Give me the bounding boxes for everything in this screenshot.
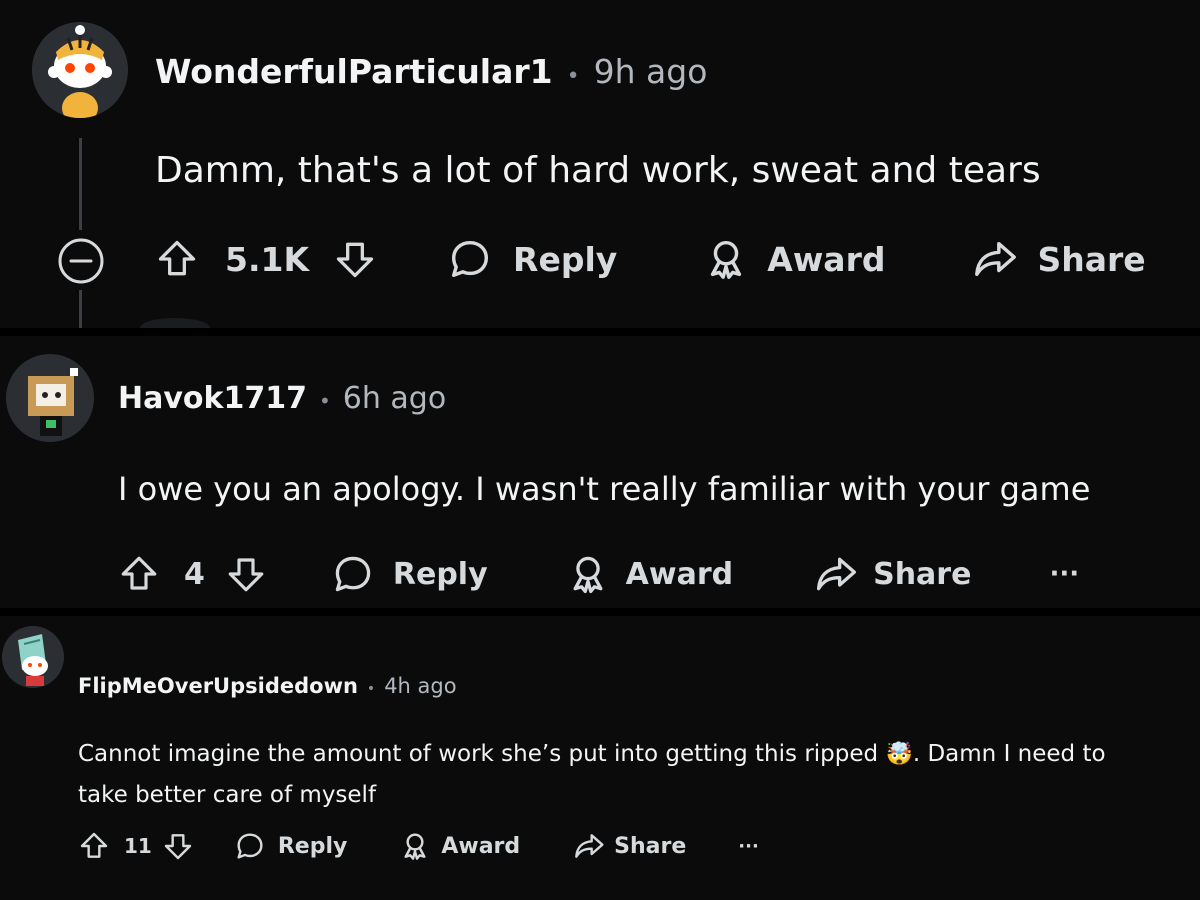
reply-label: Reply (277, 833, 348, 859)
comment-body: Damm, that's a lot of hard work, sweat a… (155, 150, 1041, 191)
comment-2-meta: Havok1717 • 6h ago (118, 381, 446, 416)
vote-count: 5.1K (225, 239, 310, 279)
award-button[interactable]: Award (703, 236, 885, 282)
comment-1-meta: WonderfulParticular1 • 9h ago (155, 52, 707, 91)
upvote-button[interactable] (155, 237, 199, 281)
comment-body-line: take better care of myself (78, 782, 377, 808)
reply-icon (335, 556, 371, 592)
reply-button[interactable]: Reply (447, 236, 617, 282)
award-label: Award (625, 556, 734, 592)
share-label: Share (873, 556, 972, 592)
award-label: Award (441, 833, 521, 859)
comment-text: Cannot imagine the amount of work she’s … (78, 741, 879, 767)
separator-dot: • (566, 64, 580, 89)
downvote-button[interactable] (162, 830, 194, 862)
upvote-icon (158, 240, 196, 276)
upvote-button[interactable] (118, 553, 160, 595)
username[interactable]: WonderfulParticular1 (155, 52, 553, 91)
vote-count: 11 (124, 834, 152, 858)
share-label: Share (614, 833, 687, 859)
reply-label: Reply (513, 239, 618, 279)
avatar-tiger[interactable] (32, 22, 128, 118)
avatar-box[interactable] (6, 354, 94, 442)
tiger-avatar-icon (32, 22, 128, 118)
comment-3-actions: 11 Reply Award Share ··· (78, 830, 759, 862)
comment-3: FlipMeOverUpsidedown • 4h ago Cannot ima… (0, 616, 1200, 900)
share-icon (975, 241, 1017, 277)
comment-3-meta: FlipMeOverUpsidedown • 4h ago (78, 674, 457, 698)
comment-2: Havok1717 • 6h ago I owe you an apology.… (0, 336, 1200, 608)
vote-count: 4 (184, 556, 205, 592)
award-icon (404, 833, 426, 860)
reply-button[interactable]: Reply (234, 830, 348, 862)
collapse-button[interactable] (56, 236, 106, 290)
more-options-button[interactable]: ··· (738, 836, 759, 857)
book-avatar-icon (2, 626, 64, 688)
comment-2-actions: 4 Reply Award Share ··· (118, 552, 1079, 596)
share-label: Share (1037, 239, 1146, 279)
more-icon: ··· (738, 835, 759, 857)
comment-1-actions: 5.1K Reply Award Share ··· (155, 236, 1200, 282)
reply-label: Reply (392, 556, 488, 592)
award-icon (573, 556, 603, 594)
reply-icon (452, 240, 489, 278)
avatar-snoo-book[interactable] (2, 626, 64, 688)
comment-body: I owe you an apology. I wasn't really fa… (118, 470, 1091, 508)
downvote-button[interactable] (333, 237, 377, 281)
box-head-avatar-icon (6, 354, 94, 442)
share-button[interactable]: Share (813, 552, 971, 596)
more-options-button[interactable]: ··· (1049, 559, 1079, 589)
more-icon: ··· (1049, 559, 1080, 589)
avatar-sliver (140, 318, 210, 328)
reply-icon (237, 833, 263, 859)
comment-body: Cannot imagine the amount of work she’s … (78, 734, 1106, 815)
separator-dot: • (366, 681, 376, 697)
timestamp[interactable]: 6h ago (343, 381, 446, 416)
comment-body-line: Cannot imagine the amount of work she’s … (78, 734, 1106, 775)
upvote-icon (121, 556, 157, 590)
share-button[interactable]: Share (572, 830, 686, 862)
thread-line[interactable] (79, 138, 82, 230)
upvote-icon (80, 832, 108, 858)
timestamp[interactable]: 9h ago (594, 52, 708, 91)
downvote-icon (164, 834, 192, 860)
award-button[interactable]: Award (566, 552, 733, 596)
mind-blown-emoji: 🤯 (885, 742, 913, 767)
collapse-icon (58, 238, 104, 284)
thread-line[interactable] (79, 290, 82, 328)
award-button[interactable]: Award (399, 830, 520, 862)
comment-text: . Damn I need to (912, 741, 1106, 767)
downvote-icon (228, 558, 264, 592)
award-icon (711, 240, 742, 279)
timestamp[interactable]: 4h ago (384, 674, 456, 698)
upvote-button[interactable] (78, 830, 110, 862)
share-button[interactable]: Share (971, 236, 1146, 282)
downvote-button[interactable] (225, 553, 267, 595)
username[interactable]: Havok1717 (118, 381, 307, 416)
username[interactable]: FlipMeOverUpsidedown (78, 674, 358, 698)
reply-button[interactable]: Reply (331, 552, 488, 596)
share-icon (817, 557, 857, 591)
share-icon (575, 834, 604, 858)
comment-1: WonderfulParticular1 • 9h ago Damm, that… (0, 0, 1200, 328)
award-label: Award (767, 239, 886, 279)
separator-dot: • (318, 389, 331, 413)
downvote-icon (336, 242, 374, 278)
